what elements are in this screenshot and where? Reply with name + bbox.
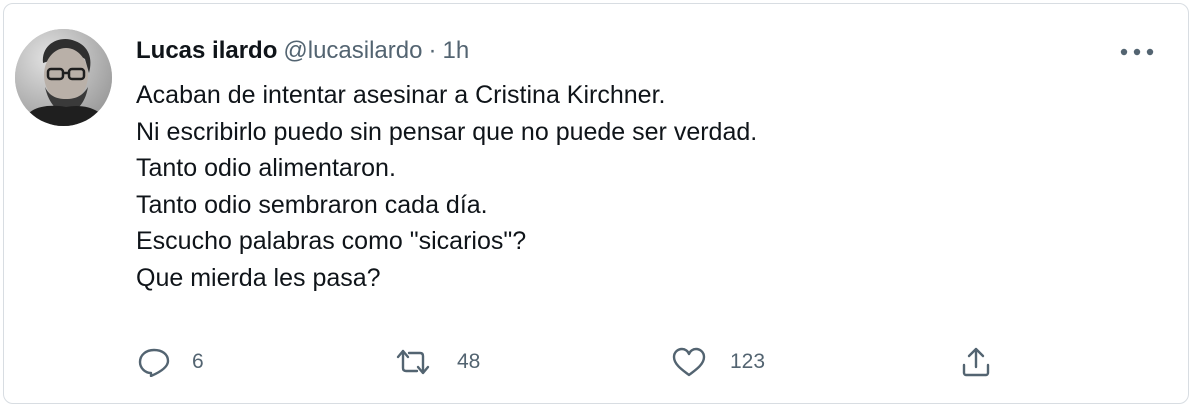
share-button[interactable] [960, 342, 992, 382]
tweet-line: Ni escribirlo puedo sin pensar que no pu… [136, 117, 758, 146]
more-options-button[interactable] [1117, 42, 1157, 62]
like-count: 123 [730, 350, 766, 373]
tweet-line: Escucho palabras como "sicarios"? [136, 227, 527, 255]
avatar[interactable] [15, 29, 112, 126]
retweet-button[interactable]: 48 [393, 342, 480, 382]
author-name[interactable]: Lucas ilardo [136, 37, 277, 64]
tweet-header: Lucas ilardo @lucasilardo · 1h [136, 36, 469, 66]
reply-icon [138, 348, 170, 377]
more-icon [1120, 48, 1154, 56]
tweet-line: Acaban de intentar asesinar a Cristina K… [136, 81, 666, 109]
reply-button[interactable]: 6 [138, 342, 204, 382]
retweet-count: 48 [457, 350, 481, 373]
share-icon [962, 347, 990, 377]
heart-icon [672, 347, 706, 377]
separator-dot: · [428, 37, 437, 64]
author-handle[interactable]: @lucasilardo [283, 37, 422, 64]
reply-count: 6 [192, 350, 204, 373]
like-button[interactable]: 123 [672, 342, 765, 382]
retweet-icon [396, 349, 430, 375]
tweet-line: Que mierda les pasa? [136, 263, 381, 292]
action-bar: 6 48 123 [4, 342, 1188, 382]
tweet-card[interactable]: Lucas ilardo @lucasilardo · 1h Acaban de in… [3, 3, 1189, 404]
timestamp[interactable]: 1h [442, 37, 469, 64]
avatar-photo [15, 29, 112, 126]
tweet-line: Tanto odio alimentaron. [136, 154, 396, 182]
tweet-text: Acaban de intentar asesinar a Cristina K… [136, 77, 757, 296]
tweet-line: Tanto odio sembraron cada día. [136, 190, 488, 219]
